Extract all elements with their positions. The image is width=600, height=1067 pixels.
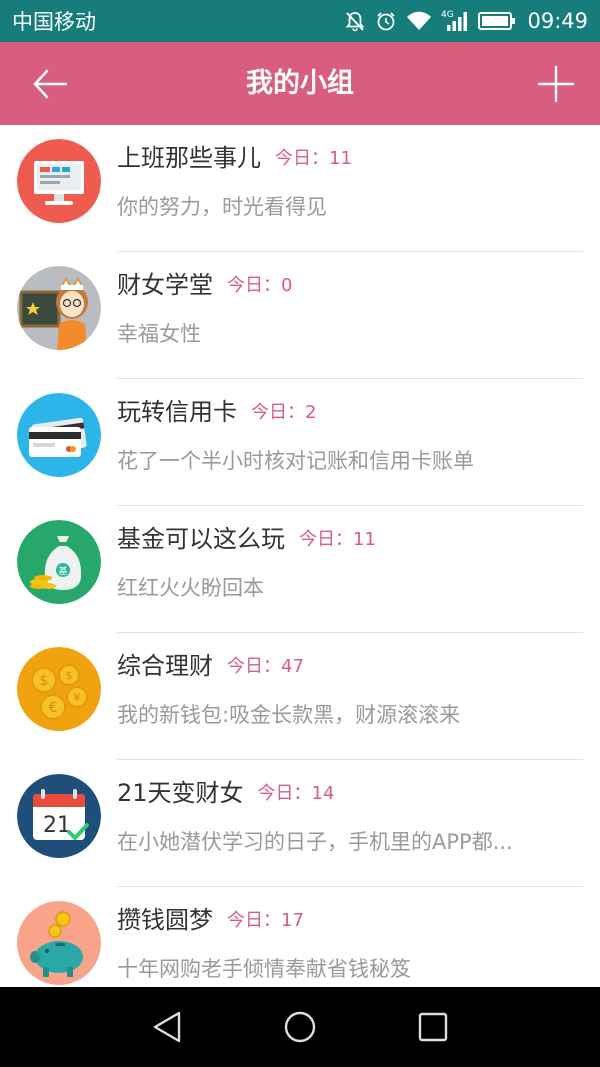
today-count: 今日：2 xyxy=(251,402,317,423)
monitor-icon xyxy=(17,139,101,223)
group-item[interactable]: $ $ ¥ € 综合理财 今日：47 我的新钱包:吸金长款黑，财源滚滚来 xyxy=(0,633,600,760)
group-list: 上班那些事儿 今日：11 你的努力，时光看得见 财女学堂 今日：0 幸福女性 玩… xyxy=(0,125,600,987)
network-type: 4G xyxy=(441,10,454,20)
credit-card-icon xyxy=(17,393,101,477)
svg-text:$: $ xyxy=(40,673,49,689)
today-count: 今日：17 xyxy=(227,910,304,931)
group-item[interactable]: 玩转信用卡 今日：2 花了一个半小时核对记账和信用卡账单 xyxy=(0,379,600,506)
calendar-21-icon: 21 xyxy=(17,774,101,858)
svg-text:21: 21 xyxy=(43,813,71,838)
svg-text:€: € xyxy=(49,700,58,716)
page-title: 我的小组 xyxy=(246,68,354,99)
group-desc: 幸福女性 xyxy=(117,322,201,346)
group-name: 攒钱圆梦 今日：17 xyxy=(117,906,304,934)
plus-icon[interactable] xyxy=(536,64,576,104)
piggy-bank-icon xyxy=(17,901,101,985)
navigation-bar xyxy=(0,987,600,1067)
svg-text:¥: ¥ xyxy=(74,691,81,704)
status-bar: 中国移动 4G 09:49 xyxy=(0,0,600,42)
carrier-name: 中国移动 xyxy=(12,10,96,34)
group-item[interactable]: 财女学堂 今日：0 幸福女性 xyxy=(0,252,600,379)
fund-bag-icon: 基 xyxy=(17,520,101,604)
coins-icon: $ $ ¥ € xyxy=(17,647,101,731)
group-name: 综合理财 今日：47 xyxy=(117,652,304,680)
group-desc: 你的努力，时光看得见 xyxy=(117,195,327,219)
square-recents-icon[interactable] xyxy=(415,1009,451,1045)
group-desc: 红红火火盼回本 xyxy=(117,576,264,600)
group-desc: 花了一个半小时核对记账和信用卡账单 xyxy=(117,449,474,473)
today-count: 今日：14 xyxy=(257,783,335,804)
group-name: 21天变财女 今日：14 xyxy=(117,779,335,807)
status-icons: 4G 09:49 xyxy=(344,9,588,33)
svg-text:基: 基 xyxy=(58,565,67,577)
today-count: 今日：11 xyxy=(299,529,376,550)
group-item[interactable]: 基 基金可以这么玩 今日：11 红红火火盼回本 xyxy=(0,506,600,633)
clock: 09:49 xyxy=(527,9,588,33)
today-count: 今日：11 xyxy=(275,148,352,169)
today-count: 今日：0 xyxy=(227,275,293,296)
group-name: 玩转信用卡 今日：2 xyxy=(117,398,317,426)
group-desc: 我的新钱包:吸金长款黑，财源滚滚来 xyxy=(117,703,461,727)
group-desc: 在小她潜伏学习的日子，手机里的APP都... xyxy=(117,830,513,854)
circle-home-icon[interactable] xyxy=(282,1009,318,1045)
mute-icon xyxy=(346,12,365,32)
today-count: 今日：47 xyxy=(227,656,304,677)
teacher-girl-icon xyxy=(17,266,101,350)
svg-text:$: $ xyxy=(66,669,73,682)
group-name: 上班那些事儿 今日：11 xyxy=(117,144,352,172)
group-item[interactable]: 攒钱圆梦 今日：17 十年网购老手倾情奉献省钱秘笈 xyxy=(0,887,600,987)
alarm-icon xyxy=(377,12,396,31)
group-name: 基金可以这么玩 今日：11 xyxy=(117,525,376,553)
battery-icon xyxy=(478,12,516,30)
signal-icon: 4G xyxy=(441,10,468,31)
app-header: 我的小组 xyxy=(0,42,600,125)
group-name: 财女学堂 今日：0 xyxy=(117,271,293,299)
wifi-icon xyxy=(407,11,432,30)
group-item[interactable]: 21 21天变财女 今日：14 在小她潜伏学习的日子，手机里的APP都... xyxy=(0,760,600,887)
group-item[interactable]: 上班那些事儿 今日：11 你的努力，时光看得见 xyxy=(0,125,600,252)
triangle-back-icon[interactable] xyxy=(150,1009,186,1045)
group-desc: 十年网购老手倾情奉献省钱秘笈 xyxy=(117,957,411,981)
